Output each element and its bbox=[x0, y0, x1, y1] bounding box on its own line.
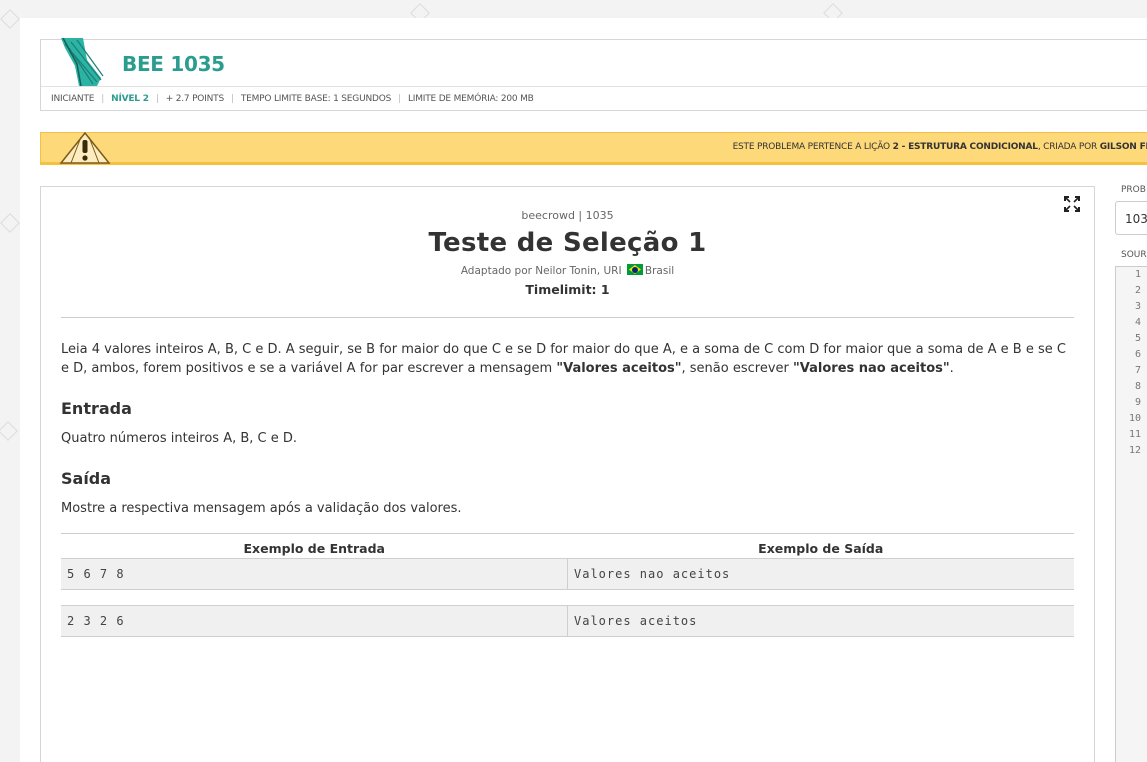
header-input: Exemplo de Entrada bbox=[243, 541, 385, 556]
time-limit-label: TEMPO LIMITE BASE: 1 SEGUNDOS bbox=[240, 94, 392, 104]
header-output: Exemplo de Saída bbox=[758, 541, 884, 556]
line-number: 12 bbox=[1128, 445, 1141, 456]
lesson-link[interactable]: 2 - ESTRUTURA CONDICIONAL bbox=[893, 142, 1038, 152]
background-decoration bbox=[0, 9, 20, 29]
description-text: , senão escrever bbox=[681, 361, 793, 376]
line-number: 11 bbox=[1128, 429, 1141, 440]
example-output: Valores nao aceitos bbox=[574, 567, 731, 581]
problem-description: Leia 4 valores inteiros A, B, C e D. A s… bbox=[61, 340, 1076, 378]
page-title: Teste de Seleção 1 bbox=[428, 228, 707, 258]
banner-prefix: ESTE PROBLEMA PERTENCE A LIÇÃO bbox=[732, 142, 893, 152]
level-label: NÍVEL 2 bbox=[111, 94, 149, 104]
problem-number-input[interactable]: 103 bbox=[1115, 201, 1147, 235]
line-number: 6 bbox=[1134, 349, 1141, 360]
category-label: INICIANTE bbox=[51, 94, 95, 104]
lesson-banner-text: ESTE PROBLEMA PERTENCE A LIÇÃO 2 - ESTRU… bbox=[733, 142, 1147, 152]
author-line: Adaptado por Neilor Tonin, URI Brasil bbox=[41, 264, 1094, 277]
example-input: 2 3 2 6 bbox=[61, 606, 568, 636]
points-label: + 2.7 POINTS bbox=[165, 94, 224, 104]
output-text: Mostre a respectiva mensagem após a vali… bbox=[61, 501, 462, 516]
problem-card: beecrowd | 1035 Teste de Seleção 1 Adapt… bbox=[40, 186, 1095, 762]
table-row: 5 6 7 8 Valores nao aceitos bbox=[61, 558, 1074, 590]
memory-limit-label: LIMITE DE MEMÓRIA: 200 MB bbox=[407, 94, 534, 104]
line-number: 7 bbox=[1134, 365, 1141, 376]
input-heading: Entrada bbox=[61, 399, 132, 418]
examples-table: Exemplo de Entrada Exemplo de Saída 5 6 … bbox=[61, 533, 1074, 637]
header-title-bar: BEE 1035 bbox=[41, 38, 1147, 87]
line-number: 5 bbox=[1134, 333, 1141, 344]
input-text: Quatro números inteiros A, B, C e D. bbox=[61, 431, 298, 446]
balloon-logo-icon bbox=[61, 38, 104, 87]
row-gap bbox=[61, 590, 1074, 605]
rejected-message: "Valores nao aceitos" bbox=[793, 361, 950, 376]
breadcrumb: beecrowd | 1035 bbox=[521, 209, 614, 222]
country-label: Brasil bbox=[644, 265, 675, 277]
banner-middle: , CRIADA POR bbox=[1037, 142, 1100, 152]
code-editor[interactable]: 1 2 3 4 5 6 7 8 9 10 11 12 bbox=[1115, 266, 1147, 762]
example-output: Valores aceitos bbox=[574, 614, 698, 628]
accepted-message: "Valores aceitos" bbox=[556, 361, 682, 376]
table-row: 2 3 2 6 Valores aceitos bbox=[61, 605, 1074, 637]
separator: | bbox=[155, 94, 159, 104]
problem-field-label: PROB bbox=[1121, 185, 1146, 195]
separator: | bbox=[101, 94, 105, 104]
description-text: . bbox=[949, 361, 954, 376]
line-number: 9 bbox=[1134, 397, 1141, 408]
line-number: 10 bbox=[1128, 413, 1141, 424]
examples-header: Exemplo de Entrada Exemplo de Saída bbox=[61, 534, 1074, 558]
line-number: 4 bbox=[1134, 317, 1141, 328]
author-link[interactable]: GILSON FILHO bbox=[1100, 142, 1147, 152]
separator: | bbox=[398, 94, 401, 104]
problem-meta-bar: INICIANTE | NÍVEL 2 | + 2.7 POINTS | TEM… bbox=[41, 87, 1147, 111]
example-input: 5 6 7 8 bbox=[61, 559, 568, 589]
line-number: 2 bbox=[1134, 285, 1141, 296]
line-number: 1 bbox=[1134, 269, 1141, 280]
background-decoration bbox=[0, 213, 20, 233]
warning-icon bbox=[59, 131, 111, 164]
adapted-by: Adaptado por Neilor Tonin, URI bbox=[460, 265, 622, 277]
line-number: 3 bbox=[1134, 301, 1141, 312]
output-heading: Saída bbox=[61, 469, 112, 488]
divider bbox=[61, 317, 1074, 318]
problem-code: BEE 1035 bbox=[122, 52, 225, 76]
problem-header: BEE 1035 INICIANTE | NÍVEL 2 | + 2.7 POI… bbox=[40, 38, 1147, 111]
line-number: 8 bbox=[1134, 381, 1141, 392]
source-field-label: SOUR bbox=[1121, 250, 1147, 260]
lesson-banner: ESTE PROBLEMA PERTENCE A LIÇÃO 2 - ESTRU… bbox=[40, 131, 1147, 165]
separator: | bbox=[230, 94, 234, 104]
timelimit: Timelimit: 1 bbox=[525, 282, 610, 297]
brazil-flag-icon bbox=[626, 264, 643, 275]
background-decoration bbox=[0, 421, 18, 441]
